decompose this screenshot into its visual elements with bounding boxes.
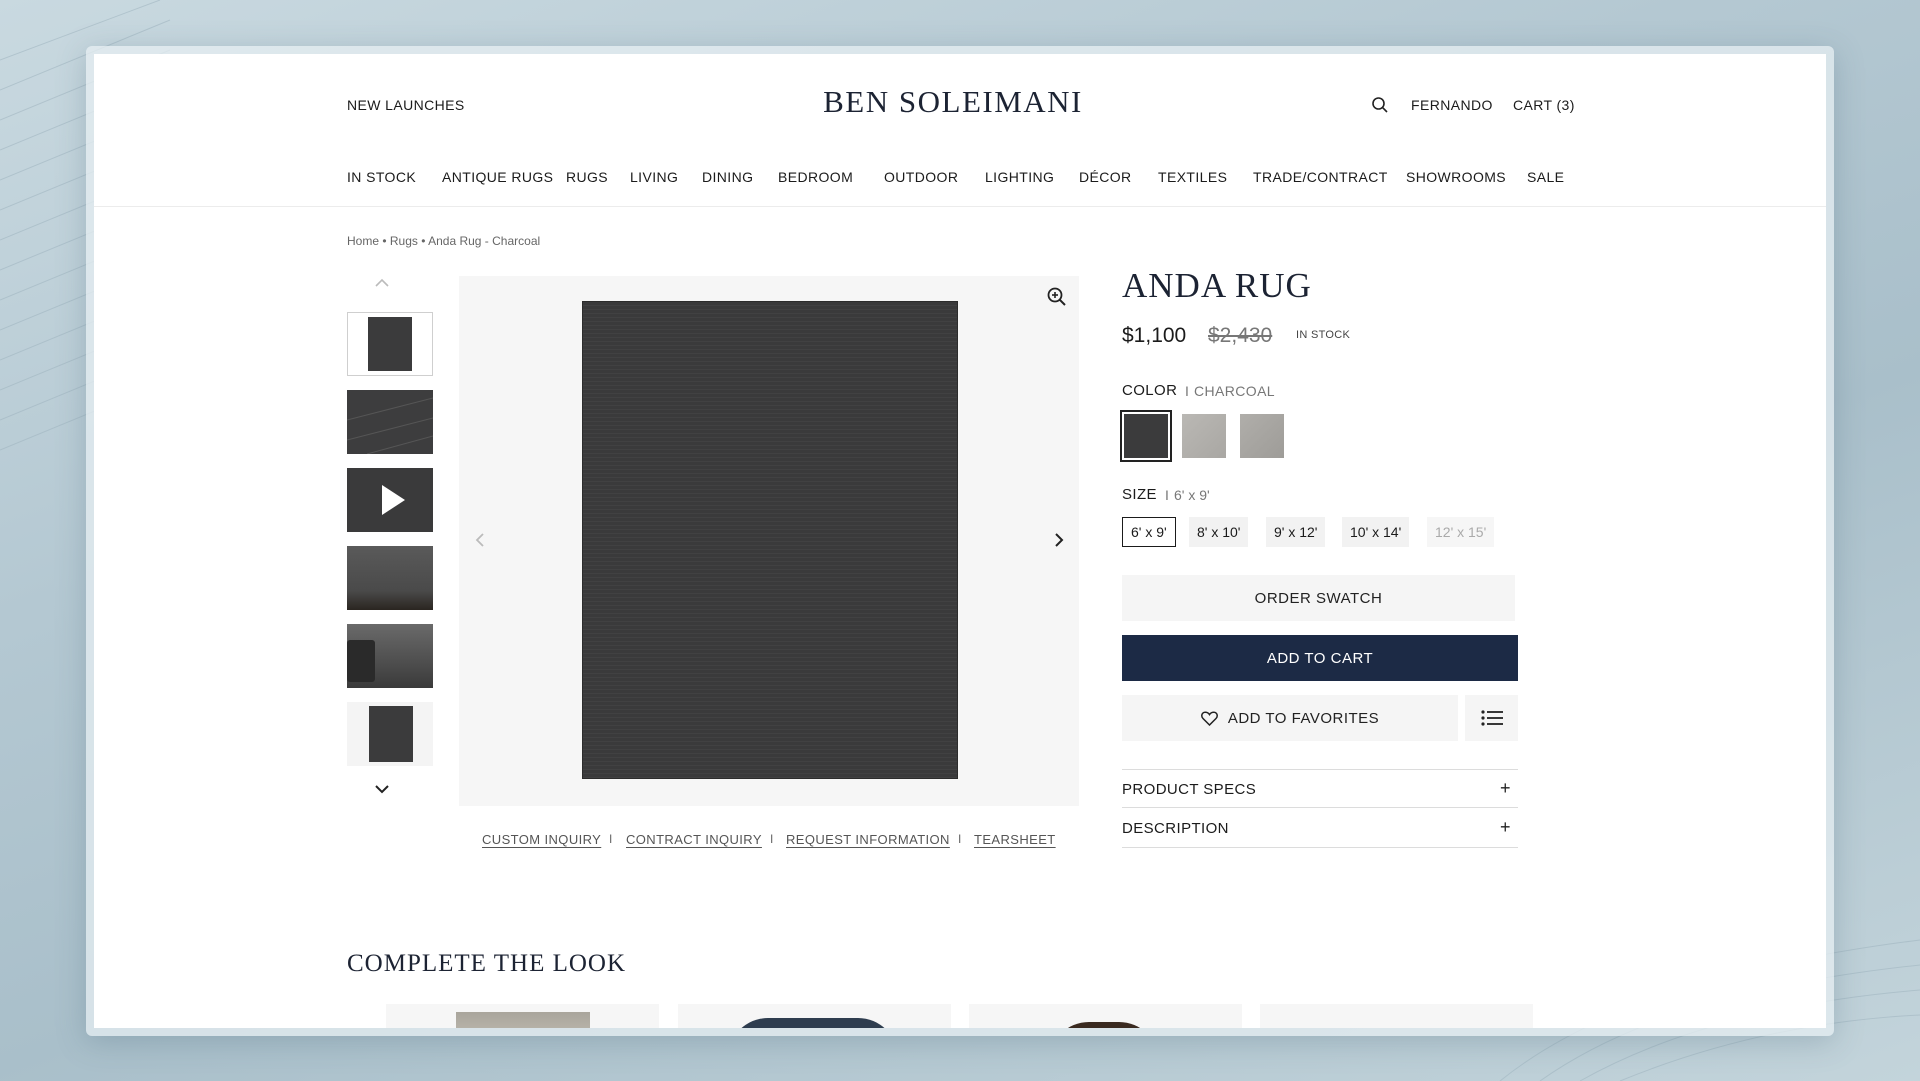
nav-item-antique-rugs[interactable]: ANTIQUE RUGS: [442, 169, 553, 185]
thumbnail-rug-roll[interactable]: [347, 624, 433, 688]
plus-icon[interactable]: +: [1500, 778, 1511, 799]
new-launches-link[interactable]: NEW LAUNCHES: [347, 97, 465, 113]
nav-item-dining[interactable]: DINING: [702, 169, 753, 185]
nav-item-in-stock[interactable]: IN STOCK: [347, 169, 416, 185]
nav-item-outdoor[interactable]: OUTDOOR: [884, 169, 958, 185]
heart-icon: [1200, 710, 1218, 726]
tearsheet-link[interactable]: TEARSHEET: [974, 832, 1056, 847]
accordion-divider: [1122, 807, 1518, 808]
main-product-image[interactable]: [459, 276, 1079, 806]
thumbnail-rug-texture[interactable]: [347, 546, 433, 610]
color-swatch-light-grey[interactable]: [1182, 414, 1226, 458]
link-separator: I: [958, 832, 962, 846]
size-separator: I: [1165, 487, 1169, 503]
size-option-6x9[interactable]: 6' x 9': [1122, 517, 1176, 547]
description-toggle[interactable]: DESCRIPTION: [1122, 820, 1229, 837]
size-option-8x10[interactable]: 8' x 10': [1189, 517, 1249, 547]
product-title: ANDA RUG: [1122, 266, 1312, 305]
play-icon: [382, 485, 405, 515]
color-swatch-grey[interactable]: [1240, 414, 1284, 458]
header-divider: [94, 206, 1826, 207]
add-to-favorites-label: ADD TO FAVORITES: [1227, 709, 1380, 727]
look-product-card[interactable]: [678, 1004, 951, 1028]
link-separator: I: [770, 832, 774, 846]
nav-item-decor[interactable]: DÉCOR: [1079, 169, 1132, 185]
account-link[interactable]: FERNANDO: [1411, 97, 1493, 113]
color-separator: I: [1185, 383, 1189, 399]
chevron-down-icon[interactable]: [374, 784, 390, 794]
accordion-divider: [1122, 847, 1518, 848]
order-swatch-button[interactable]: ORDER SWATCH: [1122, 575, 1515, 621]
zoom-in-icon[interactable]: [1046, 286, 1068, 308]
size-label: SIZE: [1122, 486, 1157, 503]
original-price: $2,430: [1208, 324, 1273, 347]
size-option-10x14[interactable]: 10' x 14': [1342, 517, 1410, 547]
product-page: NEW LAUNCHES BEN SOLEIMANI FERNANDO CART…: [94, 54, 1826, 1028]
contract-inquiry-link[interactable]: CONTRACT INQUIRY: [626, 832, 762, 847]
thumbnail-rug-full[interactable]: [347, 312, 433, 376]
accordion-divider: [1122, 769, 1518, 770]
add-to-favorites-button[interactable]: ADD TO FAVORITES: [1122, 695, 1458, 741]
list-icon: [1480, 710, 1503, 726]
nav-item-living[interactable]: LIVING: [630, 169, 678, 185]
stock-status: IN STOCK: [1296, 329, 1351, 341]
look-product-card[interactable]: [386, 1004, 659, 1028]
custom-inquiry-link[interactable]: CUSTOM INQUIRY: [482, 832, 601, 847]
add-to-cart-button[interactable]: ADD TO CART: [1122, 635, 1518, 681]
nav-item-showrooms[interactable]: SHOWROOMS: [1406, 169, 1506, 185]
search-icon[interactable]: [1371, 96, 1389, 114]
cart-link[interactable]: CART (3): [1513, 97, 1575, 113]
nav-item-trade-contract[interactable]: TRADE/CONTRACT: [1253, 169, 1388, 185]
chevron-right-icon[interactable]: [1052, 531, 1066, 549]
sale-price: $1,100: [1122, 324, 1187, 347]
breadcrumb[interactable]: Home • Rugs • Anda Rug - Charcoal: [347, 234, 540, 248]
look-product-card[interactable]: [969, 1004, 1242, 1028]
rug-image: [583, 302, 957, 778]
complete-the-look-heading: COMPLETE THE LOOK: [347, 950, 627, 977]
chevron-up-icon[interactable]: [374, 278, 390, 288]
look-product-card[interactable]: [1260, 1004, 1533, 1028]
plus-icon[interactable]: +: [1500, 817, 1511, 838]
thumbnail-rug-alt[interactable]: [347, 702, 433, 766]
thumbnail-video[interactable]: [347, 468, 433, 532]
nav-item-lighting[interactable]: LIGHTING: [985, 169, 1054, 185]
color-value: CHARCOAL: [1194, 383, 1275, 399]
size-option-9x12[interactable]: 9' x 12': [1266, 517, 1326, 547]
request-information-link[interactable]: REQUEST INFORMATION: [786, 832, 950, 847]
product-specs-toggle[interactable]: PRODUCT SPECS: [1122, 781, 1256, 798]
nav-item-textiles[interactable]: TEXTILES: [1158, 169, 1227, 185]
size-option-12x15[interactable]: 12' x 15': [1427, 517, 1495, 547]
nav-item-bedroom[interactable]: BEDROOM: [778, 169, 853, 185]
color-label: COLOR: [1122, 382, 1178, 399]
chevron-left-icon[interactable]: [473, 531, 487, 549]
color-swatch-charcoal[interactable]: [1120, 410, 1172, 462]
brand-logo[interactable]: BEN SOLEIMANI: [823, 84, 1083, 120]
thumbnail-rug-detail[interactable]: [346, 390, 434, 455]
link-separator: I: [609, 832, 613, 846]
nav-item-rugs[interactable]: RUGS: [566, 169, 608, 185]
nav-item-sale[interactable]: SALE: [1527, 169, 1564, 185]
add-to-list-button[interactable]: [1465, 695, 1518, 741]
size-value: 6' x 9': [1174, 487, 1210, 503]
